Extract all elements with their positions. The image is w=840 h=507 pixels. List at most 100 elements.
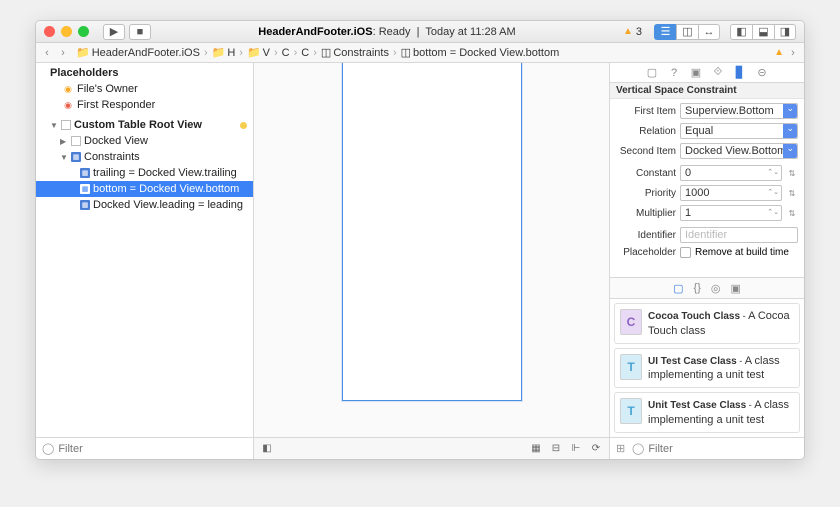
file-template-tab[interactable]: ▢ — [673, 282, 683, 295]
issue-count[interactable]: ▲ 3 — [623, 26, 642, 38]
attributes-inspector-tab[interactable]: ⟐ — [711, 66, 725, 79]
media-library-tab[interactable]: ▣ — [730, 282, 740, 295]
back-button[interactable]: ‹ — [40, 47, 54, 59]
library-item-title: UI Test Case Class — [648, 356, 737, 367]
library-item[interactable]: T Unit Test Case Class - A class impleme… — [614, 392, 800, 433]
stop-button[interactable]: ■ — [129, 24, 151, 40]
jump-seg-constraints[interactable]: ◫ Constraints — [321, 46, 389, 59]
second-item-select[interactable]: Docked View.Bottom — [680, 143, 798, 159]
xcode-window: ▶ ■ HeaderAndFooter.iOS: Ready | Today a… — [35, 20, 805, 460]
file-inspector-tab[interactable]: ▢ — [645, 66, 659, 79]
inspector-tabs: ▢ ? ▣ ⟐ ▊ ⊝ — [610, 63, 804, 83]
jump-seg-constraint[interactable]: ◫ bottom = Docked View.bottom — [401, 46, 560, 59]
window-controls — [44, 26, 89, 37]
constant-stepper[interactable]: ⇅ — [786, 169, 798, 178]
multiplier-stepper[interactable]: ⇅ — [786, 209, 798, 218]
constant-field[interactable]: 0 — [680, 165, 782, 181]
placeholders-header: Placeholders — [36, 65, 253, 81]
priority-label: Priority — [616, 188, 676, 199]
warning-number: 3 — [636, 26, 642, 38]
toggle-inspector-button[interactable]: ◨ — [774, 24, 796, 40]
jump-seg-1[interactable]: 📁 H — [212, 46, 236, 59]
code-snippet-tab[interactable]: {} — [694, 282, 701, 294]
library-item-title: Unit Test Case Class — [648, 400, 746, 411]
document-outline[interactable]: Placeholders ◉ File's Owner ◉ First Resp… — [36, 63, 253, 437]
constraint-bottom[interactable]: ▦ bottom = Docked View.bottom — [36, 181, 253, 197]
first-responder-item[interactable]: ◉ First Responder — [36, 97, 253, 113]
class-icon: C — [620, 309, 642, 335]
docked-view-item[interactable]: ▶ Docked View — [36, 133, 253, 149]
identity-inspector-tab[interactable]: ▣ — [689, 66, 703, 79]
version-editor-button[interactable]: ↔ — [698, 24, 720, 40]
library-tabs: ▢ {} ◎ ▣ — [610, 277, 804, 299]
outline-toggle-button[interactable]: ◧ — [260, 443, 274, 454]
jump-warning-icon[interactable]: ▲ — [774, 47, 784, 58]
relation-select[interactable]: Equal — [680, 123, 798, 139]
toggle-navigator-button[interactable]: ◧ — [730, 24, 752, 40]
jump-seg-project[interactable]: 📁 HeaderAndFooter.iOS — [76, 46, 200, 59]
project-name: HeaderAndFooter.iOS — [258, 26, 372, 38]
constant-label: Constant — [616, 168, 676, 179]
jump-bar[interactable]: ‹ › 📁 HeaderAndFooter.iOS› 📁 H› 📁 V› C› … — [36, 43, 804, 63]
stack-button[interactable]: ▦ — [529, 443, 543, 454]
files-owner-item[interactable]: ◉ File's Owner — [36, 81, 253, 97]
filter-icon: ◯ — [42, 442, 54, 455]
connections-inspector-tab[interactable]: ⊝ — [755, 66, 769, 79]
disclosure-icon[interactable]: ▼ — [60, 153, 68, 162]
align-button[interactable]: ⊟ — [549, 443, 563, 454]
identifier-label: Identifier — [616, 230, 676, 241]
outline-filter-input[interactable] — [58, 443, 247, 455]
root-view-item[interactable]: ▼ Custom Table Root View — [36, 117, 253, 133]
remove-checkbox[interactable] — [680, 247, 691, 258]
jump-seg-4[interactable]: C — [301, 47, 309, 59]
constraint-leading[interactable]: ▦ Docked View.leading = leading — [36, 197, 253, 213]
help-inspector-tab[interactable]: ? — [667, 67, 681, 79]
canvas-body[interactable] — [254, 63, 609, 437]
constraints-group[interactable]: ▼ ▦ Constraints — [36, 149, 253, 165]
zoom-button[interactable] — [78, 26, 89, 37]
toggle-debug-button[interactable]: ⬓ — [752, 24, 774, 40]
warning-dot-icon — [240, 122, 247, 129]
library-item-title: Cocoa Touch Class — [648, 311, 740, 322]
disclosure-icon[interactable]: ▼ — [50, 121, 58, 130]
priority-stepper[interactable]: ⇅ — [786, 189, 798, 198]
first-item-select[interactable]: Superview.Bottom — [680, 103, 798, 119]
library-filter-input[interactable] — [648, 443, 798, 455]
disclosure-icon[interactable]: ▶ — [60, 137, 68, 146]
library-filter: ⊞ ◯ — [610, 437, 804, 459]
jump-next-issue[interactable]: › — [786, 47, 800, 59]
constraint-trailing[interactable]: ▦ trailing = Docked View.trailing — [36, 165, 253, 181]
placeholder-label: Placeholder — [616, 247, 676, 258]
pin-button[interactable]: ⊩ — [569, 443, 583, 454]
jump-seg-3[interactable]: C — [282, 47, 290, 59]
priority-field[interactable]: 1000 — [680, 185, 782, 201]
close-button[interactable] — [44, 26, 55, 37]
build-status: Ready — [379, 26, 411, 38]
grid-view-icon[interactable]: ⊞ — [616, 442, 628, 455]
assistant-editor-button[interactable]: ◫ — [676, 24, 698, 40]
outline-filter: ◯ — [36, 437, 253, 459]
library-item[interactable]: T UI Test Case Class - A class implement… — [614, 348, 800, 389]
resolve-button[interactable]: ⟳ — [589, 443, 603, 454]
jump-seg-2[interactable]: 📁 V — [247, 46, 270, 59]
inspector-panel: ▢ ? ▣ ⟐ ▊ ⊝ Vertical Space Constraint Fi… — [609, 63, 804, 459]
test-icon: T — [620, 398, 642, 424]
minimize-button[interactable] — [61, 26, 72, 37]
size-inspector-tab[interactable]: ▊ — [733, 66, 747, 79]
responder-icon: ◉ — [62, 99, 74, 111]
object-library-tab[interactable]: ◎ — [711, 282, 721, 295]
forward-button[interactable]: › — [56, 47, 70, 59]
warning-icon: ▲ — [623, 26, 633, 37]
multiplier-field[interactable]: 1 — [680, 205, 782, 221]
relation-label: Relation — [616, 126, 676, 137]
view-icon — [61, 120, 71, 130]
run-button[interactable]: ▶ — [103, 24, 125, 40]
canvas-toolbar: ◧ ▦ ⊟ ⊩ ⟳ — [254, 437, 609, 459]
identifier-field[interactable]: Identifier — [680, 227, 798, 243]
titlebar: ▶ ■ HeaderAndFooter.iOS: Ready | Today a… — [36, 21, 804, 43]
library-item[interactable]: C Cocoa Touch Class - A Cocoa Touch clas… — [614, 303, 800, 344]
device-preview[interactable] — [342, 63, 522, 401]
cube-icon: ◉ — [62, 83, 74, 95]
build-time: Today at 11:28 AM — [425, 26, 515, 38]
standard-editor-button[interactable]: ☰ — [654, 24, 676, 40]
